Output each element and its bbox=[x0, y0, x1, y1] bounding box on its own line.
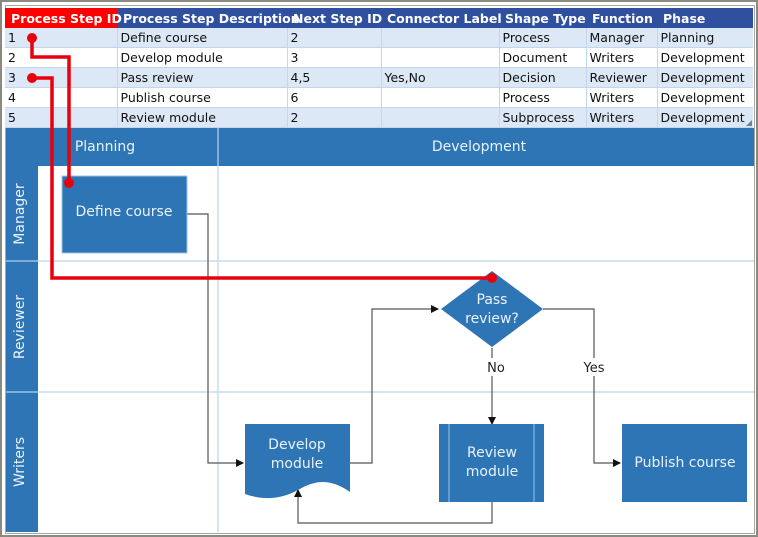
shape-publish-course[interactable]: Publish course bbox=[622, 424, 747, 502]
callout-dot bbox=[27, 73, 37, 83]
callout-dot bbox=[487, 273, 497, 283]
shape-review-module[interactable]: Review module bbox=[439, 424, 544, 502]
lane-label-writers: Writers bbox=[12, 437, 28, 487]
shape-define-course[interactable]: Define course bbox=[61, 175, 188, 254]
phase-label-planning: Planning bbox=[75, 139, 135, 155]
shape-label: module bbox=[271, 456, 323, 472]
shape-label: Define course bbox=[76, 204, 173, 220]
lane-label-manager: Manager bbox=[12, 183, 28, 245]
shape-label: Develop bbox=[268, 437, 326, 453]
cross-functional-flowchart: Planning Development Manager Reviewer Wr… bbox=[6, 33, 754, 532]
connector-develop-to-review bbox=[350, 305, 439, 464]
phase-label-development: Development bbox=[432, 139, 527, 155]
shape-label: Publish course bbox=[634, 455, 735, 471]
connector-define-to-develop bbox=[187, 213, 244, 467]
connector-label-yes: Yes bbox=[583, 361, 605, 376]
connector-yes-branch bbox=[543, 308, 621, 467]
shape-label: module bbox=[466, 464, 518, 480]
shape-develop-module[interactable]: Develop module bbox=[245, 424, 350, 499]
callout-dot bbox=[64, 178, 74, 188]
shape-label: review? bbox=[465, 311, 519, 327]
lane-label-reviewer: Reviewer bbox=[12, 295, 28, 360]
callout-dot bbox=[27, 33, 37, 43]
table-resize-handle[interactable] bbox=[746, 120, 752, 126]
shape-label: Review bbox=[467, 445, 517, 461]
shape-label: Pass bbox=[477, 292, 508, 308]
connector-label-no: No bbox=[487, 361, 505, 376]
